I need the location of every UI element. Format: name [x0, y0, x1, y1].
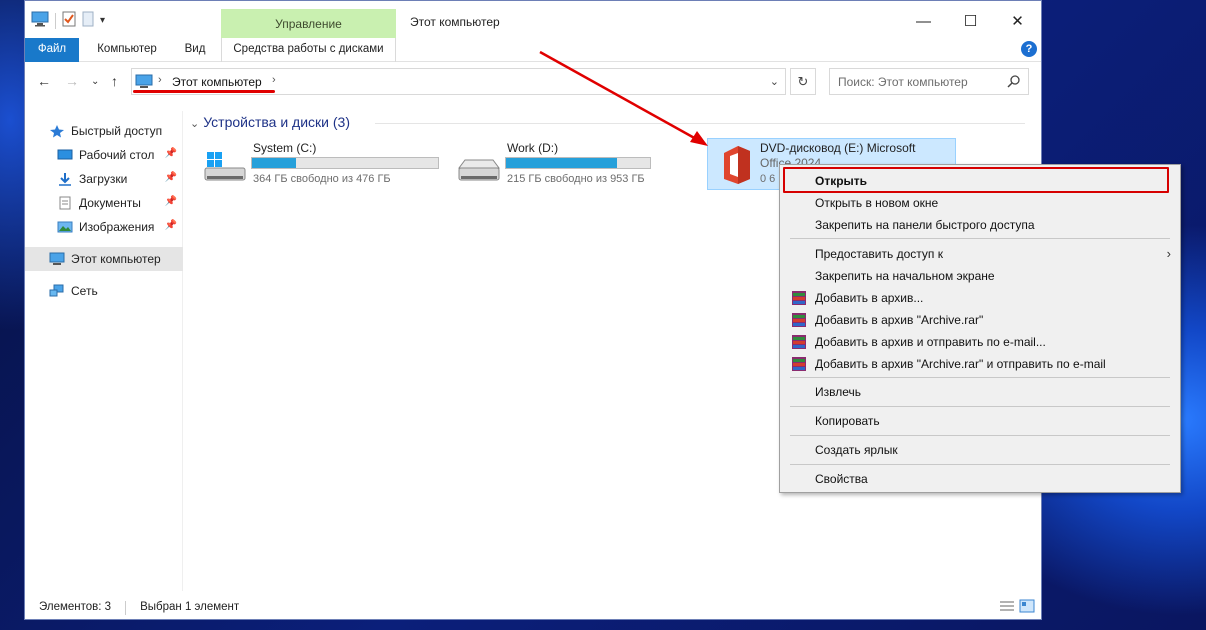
- menu-separator: [790, 377, 1170, 378]
- menu-item-pin-quick-access[interactable]: Закрепить на панели быстрого доступа: [781, 214, 1179, 236]
- menu-item-open-new-window[interactable]: Открыть в новом окне: [781, 192, 1179, 214]
- menu-separator: [790, 238, 1170, 239]
- menu-item-pin-start[interactable]: Закрепить на начальном экране: [781, 265, 1179, 287]
- context-menu: Открыть Открыть в новом окне Закрепить н…: [779, 164, 1181, 493]
- menu-item-add-archive[interactable]: Добавить в архив...: [781, 287, 1179, 309]
- menu-item-archive-rar-email[interactable]: Добавить в архив "Archive.rar" и отправи…: [781, 353, 1179, 375]
- menu-item-archive-email[interactable]: Добавить в архив и отправить по e-mail..…: [781, 331, 1179, 353]
- menu-item-create-shortcut[interactable]: Создать ярлык: [781, 439, 1179, 461]
- submenu-arrow-icon: ›: [1166, 246, 1171, 261]
- menu-separator: [790, 464, 1170, 465]
- menu-item-label: Добавить в архив...: [815, 291, 924, 305]
- winrar-icon: [791, 356, 807, 379]
- menu-item-label: Предоставить доступ к: [815, 247, 943, 261]
- annotation-highlight-box: [783, 167, 1169, 193]
- menu-item-properties[interactable]: Свойства: [781, 468, 1179, 490]
- menu-item-extract[interactable]: Извлечь: [781, 381, 1179, 403]
- menu-item-give-access[interactable]: Предоставить доступ к ›: [781, 243, 1179, 265]
- menu-item-add-archive-rar[interactable]: Добавить в архив "Archive.rar": [781, 309, 1179, 331]
- menu-item-label: Добавить в архив "Archive.rar" и отправи…: [815, 357, 1106, 371]
- menu-item-label: Добавить в архив "Archive.rar": [815, 313, 984, 327]
- menu-item-copy[interactable]: Копировать: [781, 410, 1179, 432]
- menu-item-label: Добавить в архив и отправить по e-mail..…: [815, 335, 1046, 349]
- menu-separator: [790, 406, 1170, 407]
- menu-separator: [790, 435, 1170, 436]
